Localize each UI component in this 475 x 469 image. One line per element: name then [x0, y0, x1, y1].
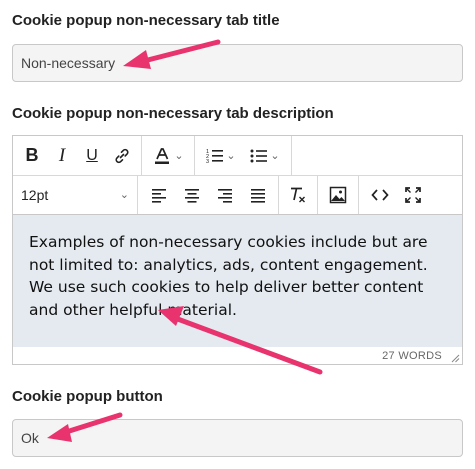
button-label: Cookie popup button	[12, 388, 163, 405]
fullscreen-icon	[404, 186, 421, 203]
underline-button[interactable]: U	[77, 141, 107, 171]
align-left-icon	[151, 188, 166, 203]
font-size-select[interactable]: 12pt ⌄	[13, 175, 137, 214]
bullet-list-button[interactable]: ⌄	[243, 141, 287, 171]
text-color-button[interactable]: ⌄	[146, 141, 190, 171]
toolbar-group-image	[318, 175, 359, 214]
clear-formatting-button[interactable]	[283, 180, 313, 210]
clear-formatting-icon	[291, 187, 305, 202]
toolbar-group-align	[138, 175, 279, 214]
fullscreen-button[interactable]	[396, 180, 429, 210]
toolbar-group-fontsize: 12pt ⌄	[13, 175, 138, 214]
numbered-list-button[interactable]: 1 2 3 ⌄	[199, 141, 243, 171]
chevron-down-icon: ⌄	[226, 150, 236, 162]
toolbar-group-color: ⌄	[142, 136, 195, 175]
source-code-icon	[370, 188, 389, 201]
text-color-icon	[155, 147, 170, 164]
resize-handle-icon[interactable]	[450, 353, 460, 363]
align-center-button[interactable]	[175, 180, 208, 210]
image-icon	[329, 186, 347, 203]
insert-image-button[interactable]	[322, 180, 354, 210]
toolbar-group-view	[359, 175, 433, 214]
underline-icon: U	[86, 146, 98, 164]
button-text-field[interactable]	[12, 419, 463, 457]
chevron-down-icon: ⌄	[174, 150, 184, 162]
tab-title-input[interactable]	[13, 45, 462, 81]
align-right-button[interactable]	[208, 180, 241, 210]
source-code-button[interactable]	[363, 180, 396, 210]
rich-text-editor: B I U ⌄ 1 2 3 ⌄ ⌄ 12pt ⌄ Examples of non…	[12, 135, 463, 365]
align-left-button[interactable]	[142, 180, 175, 210]
font-size-value: 12pt	[21, 186, 49, 203]
bullet-list-icon	[250, 149, 268, 162]
svg-text:3: 3	[206, 159, 209, 165]
button-text-input[interactable]	[13, 420, 462, 456]
toolbar-row-layout: 12pt ⌄	[13, 175, 462, 215]
bold-button[interactable]: B	[17, 141, 47, 171]
word-count: 27 WORDS	[382, 349, 442, 362]
link-icon	[115, 148, 129, 163]
bold-icon: B	[25, 145, 39, 165]
align-center-icon	[184, 188, 199, 203]
link-button[interactable]	[107, 141, 137, 171]
chevron-down-icon: ⌄	[119, 189, 129, 201]
toolbar-group-lists: 1 2 3 ⌄ ⌄	[195, 136, 292, 175]
tab-description-label: Cookie popup non-necessary tab descripti…	[12, 105, 334, 122]
toolbar-group-style: B I U	[13, 136, 142, 175]
numbered-list-icon: 1 2 3	[206, 149, 224, 165]
editor-statusbar: 27 WORDS	[13, 347, 462, 364]
align-right-icon	[217, 188, 232, 203]
chevron-down-icon: ⌄	[270, 150, 280, 162]
tab-title-field[interactable]	[12, 44, 463, 82]
align-justify-icon	[250, 188, 265, 203]
toolbar-row-formatting: B I U ⌄ 1 2 3 ⌄ ⌄	[13, 136, 462, 176]
tab-title-label: Cookie popup non-necessary tab title	[12, 12, 280, 29]
italic-button[interactable]: I	[47, 141, 77, 171]
editor-content[interactable]: Examples of non-necessary cookies includ…	[13, 215, 462, 347]
italic-icon: I	[58, 144, 66, 166]
toolbar-group-clear	[279, 175, 318, 214]
align-justify-button[interactable]	[241, 180, 274, 210]
